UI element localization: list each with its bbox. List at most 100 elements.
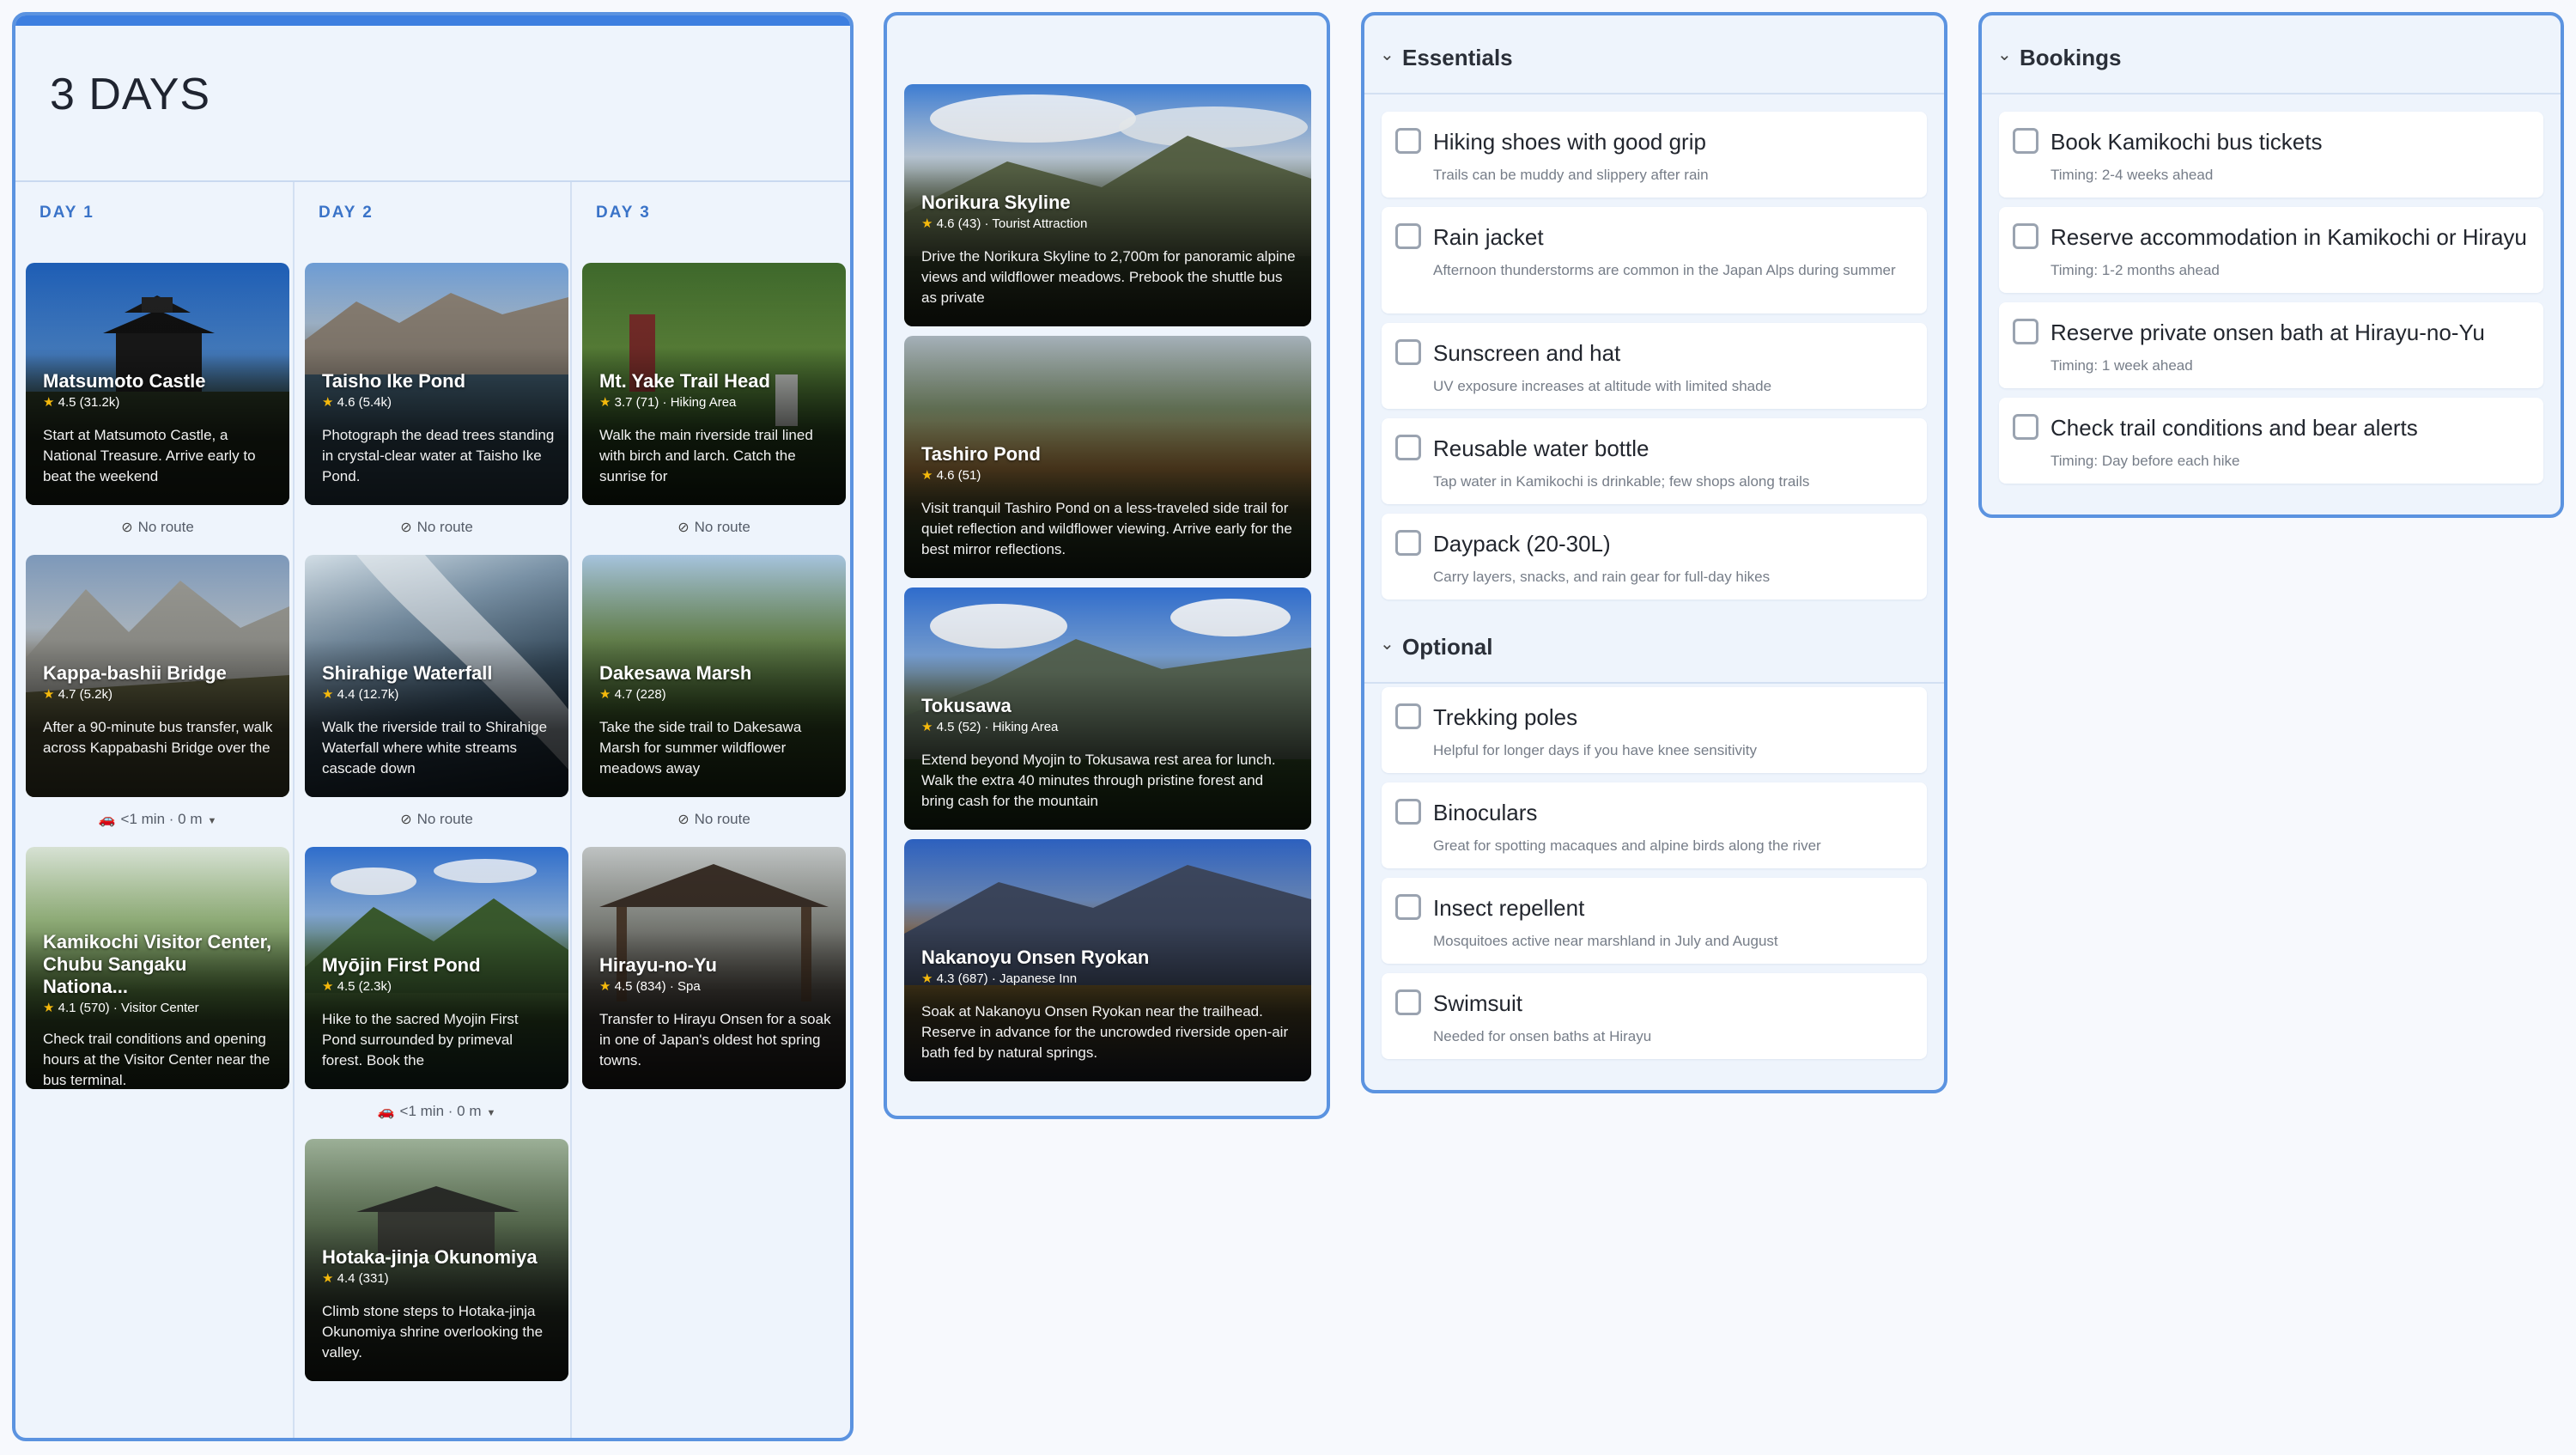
place-card-shirahige-waterfall[interactable]: Shirahige Waterfall ★ 4.4 (12.7k) Walk t… (305, 555, 568, 797)
place-rating: ★ 4.3 (687) · Japanese Inn (921, 971, 1078, 986)
route-connector[interactable]: ⊘ No route (305, 809, 568, 830)
star-icon: ★ (599, 395, 611, 410)
place-rating: ★ 4.7 (5.2k) (43, 687, 112, 702)
place-rating: ★ 4.7 (228) (599, 687, 666, 702)
star-icon: ★ (921, 720, 933, 734)
chevron-down-icon[interactable]: ⌄ (1997, 44, 2012, 65)
checkbox[interactable] (1395, 894, 1421, 920)
day-label[interactable]: DAY 1 (39, 204, 94, 222)
checkbox[interactable] (2013, 223, 2038, 249)
place-card-nakanoyu-onsen-ryokan[interactable]: Nakanoyu Onsen Ryokan ★ 4.3 (687) · Japa… (904, 839, 1311, 1081)
place-card-tashiro-pond[interactable]: Tashiro Pond ★ 4.6 (51) Visit tranquil T… (904, 336, 1311, 578)
star-icon: ★ (599, 687, 611, 702)
place-name: Shirahige Waterfall (322, 662, 493, 684)
place-rating: ★ 4.6 (5.4k) (322, 395, 392, 410)
place-card-dakesawa-marsh[interactable]: Dakesawa Marsh ★ 4.7 (228) Take the side… (582, 555, 846, 797)
checkbox[interactable] (1395, 989, 1421, 1015)
no-route-icon: ⊘ (677, 813, 690, 827)
itinerary-board: 3 DAYS DAY 1 Matsumoto Castle ★ 4.5 (31.… (12, 12, 854, 1441)
place-rating: ★ 4.6 (43) · Tourist Attraction (921, 216, 1088, 231)
checkbox[interactable] (1395, 339, 1421, 365)
no-route-icon: ⊘ (121, 521, 133, 535)
place-name: Dakesawa Marsh (599, 662, 752, 684)
checkbox[interactable] (1395, 128, 1421, 154)
place-description: Take the side trail to Dakesawa Marsh fo… (599, 719, 802, 776)
star-icon: ★ (43, 687, 55, 702)
place-card-matsumoto-castle[interactable]: Matsumoto Castle ★ 4.5 (31.2k) Start at … (26, 263, 289, 505)
booking-item: Reserve private onsen bath at Hirayu-no-… (1999, 302, 2543, 388)
chevron-down-icon[interactable]: ⌄ (1380, 44, 1394, 65)
place-card-hotaka-jinja-okunomiya[interactable]: Hotaka-jinja Okunomiya ★ 4.4 (331) Climb… (305, 1139, 568, 1381)
place-description: Check trail conditions and opening hours… (43, 1031, 270, 1088)
checkbox[interactable] (2013, 319, 2038, 344)
checklist-item: Rain jacket Afternoon thunderstorms are … (1382, 207, 1927, 314)
place-rating: ★ 4.5 (2.3k) (322, 979, 392, 994)
checklist-item: Binoculars Great for spotting macaques a… (1382, 782, 1927, 868)
place-description: Drive the Norikura Skyline to 2,700m for… (921, 248, 1296, 306)
checkbox[interactable] (2013, 414, 2038, 440)
car-icon: 🚗 (98, 813, 116, 827)
no-route-icon: ⊘ (400, 813, 412, 827)
place-card-kappa-bashii-bridge[interactable]: Kappa-bashii Bridge ★ 4.7 (5.2k) After a… (26, 555, 289, 797)
booking-item: Check trail conditions and bear alerts T… (1999, 398, 2543, 484)
day-label[interactable]: DAY 2 (319, 204, 374, 222)
route-connector[interactable]: ⊘ No route (305, 517, 568, 538)
star-icon: ★ (322, 979, 334, 994)
checkbox[interactable] (1395, 799, 1421, 825)
place-rating: ★ 4.5 (52) · Hiking Area (921, 720, 1059, 734)
place-card-taisho-ike-pond[interactable]: Taisho Ike Pond ★ 4.6 (5.4k) Photograph … (305, 263, 568, 505)
place-name: Tokusawa (921, 695, 1012, 716)
checklist-item: Trekking poles Helpful for longer days i… (1382, 687, 1927, 773)
essentials-header[interactable]: ⌄ Essentials (1364, 15, 1944, 94)
place-description: Extend beyond Myojin to Tokusawa rest ar… (921, 752, 1276, 809)
place-card-mt-yake-trail-head[interactable]: Mt. Yake Trail Head ★ 3.7 (71) · Hiking … (582, 263, 846, 505)
chevron-down-icon: ▼ (486, 1108, 496, 1118)
checklist-item: Hiking shoes with good grip Trails can b… (1382, 112, 1927, 198)
bookings-header[interactable]: ⌄ Bookings (1982, 15, 2561, 94)
place-rating: ★ 3.7 (71) · Hiking Area (599, 395, 737, 410)
place-description: Walk the main riverside trail lined with… (599, 427, 813, 484)
place-description: Walk the riverside trail to Shirahige Wa… (322, 719, 548, 776)
place-rating: ★ 4.1 (570) · Visitor Center (43, 1001, 199, 1015)
checkbox[interactable] (1395, 703, 1421, 729)
checkbox[interactable] (1395, 530, 1421, 556)
day-label[interactable]: DAY 3 (596, 204, 651, 222)
place-name: Norikura Skyline (921, 192, 1071, 213)
route-connector[interactable]: 🚗 <1 min · 0 m ▼ (26, 809, 289, 830)
place-description: Climb stone steps to Hotaka-jinja Okunom… (322, 1303, 544, 1361)
place-name: Taisho Ike Pond (322, 370, 466, 392)
star-icon: ★ (921, 468, 933, 483)
place-description: Photograph the dead trees standing in cr… (322, 427, 555, 484)
star-icon: ★ (921, 216, 933, 231)
booking-item: Reserve accommodation in Kamikochi or Hi… (1999, 207, 2543, 293)
chevron-down-icon: ▼ (207, 816, 217, 826)
board-title: 3 DAYS (50, 70, 211, 119)
star-icon: ★ (322, 395, 334, 410)
packing-checklist-panel: ⌄ Essentials Hiking shoes with good grip… (1361, 12, 1947, 1093)
optional-header[interactable]: ⌄ Optional (1364, 605, 1944, 684)
route-connector[interactable]: ⊘ No route (582, 517, 846, 538)
checkbox[interactable] (1395, 223, 1421, 249)
place-card-myojin-first-pond[interactable]: Myōjin First Pond ★ 4.5 (2.3k) Hike to t… (305, 847, 568, 1089)
star-icon: ★ (599, 979, 611, 994)
unscheduled-places-panel: Norikura Skyline ★ 4.6 (43) · Tourist At… (884, 12, 1330, 1119)
chevron-down-icon[interactable]: ⌄ (1380, 633, 1394, 654)
checklist-item: Insect repellent Mosquitoes active near … (1382, 878, 1927, 964)
place-card-hirayu-no-yu[interactable]: Hirayu-no-Yu ★ 4.5 (834) · Spa Transfer … (582, 847, 846, 1089)
star-icon: ★ (322, 687, 334, 702)
checkbox[interactable] (1395, 435, 1421, 460)
route-connector[interactable]: 🚗 <1 min · 0 m ▼ (305, 1101, 568, 1122)
route-connector[interactable]: ⊘ No route (582, 809, 846, 830)
checklist-item: Daypack (20-30L) Carry layers, snacks, a… (1382, 514, 1927, 600)
place-description: Visit tranquil Tashiro Pond on a less-tr… (921, 500, 1292, 557)
place-card-norikura-skyline[interactable]: Norikura Skyline ★ 4.6 (43) · Tourist At… (904, 84, 1311, 326)
place-card-tokusawa[interactable]: Tokusawa ★ 4.5 (52) · Hiking Area Extend… (904, 587, 1311, 830)
place-description: Transfer to Hirayu Onsen for a soak in o… (599, 1011, 831, 1068)
place-description: Soak at Nakanoyu Onsen Ryokan near the t… (921, 1003, 1289, 1061)
checkbox[interactable] (2013, 128, 2038, 154)
route-connector[interactable]: ⊘ No route (26, 517, 289, 538)
place-name: Hirayu-no-Yu (599, 954, 717, 976)
checklist-item: Reusable water bottle Tap water in Kamik… (1382, 418, 1927, 504)
place-rating: ★ 4.4 (331) (322, 1271, 389, 1286)
place-card-kamikochi-visitor-center[interactable]: Kamikochi Visitor Center, Chubu Sangaku … (26, 847, 289, 1089)
